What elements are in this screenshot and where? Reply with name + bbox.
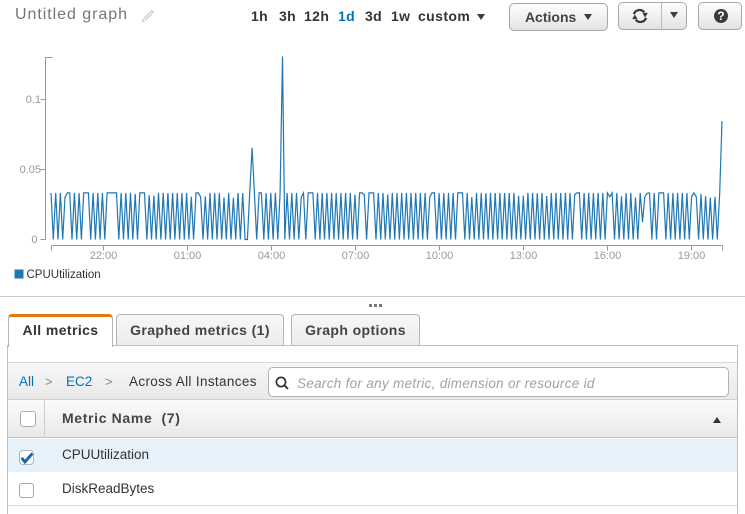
svg-text:07:00: 07:00 [342, 250, 370, 262]
svg-text:04:00: 04:00 [258, 250, 286, 262]
svg-text:13:00: 13:00 [510, 250, 538, 262]
svg-text:16:00: 16:00 [594, 250, 622, 262]
svg-text:0.1: 0.1 [26, 94, 41, 106]
svg-text:22:00: 22:00 [90, 250, 118, 262]
svg-text:10:00: 10:00 [426, 250, 454, 262]
svg-text:0.05: 0.05 [20, 164, 41, 176]
svg-text:CPUUtilization: CPUUtilization [27, 269, 101, 281]
svg-text:19:00: 19:00 [678, 250, 706, 262]
svg-text:0: 0 [31, 234, 37, 246]
svg-text:01:00: 01:00 [174, 250, 202, 262]
